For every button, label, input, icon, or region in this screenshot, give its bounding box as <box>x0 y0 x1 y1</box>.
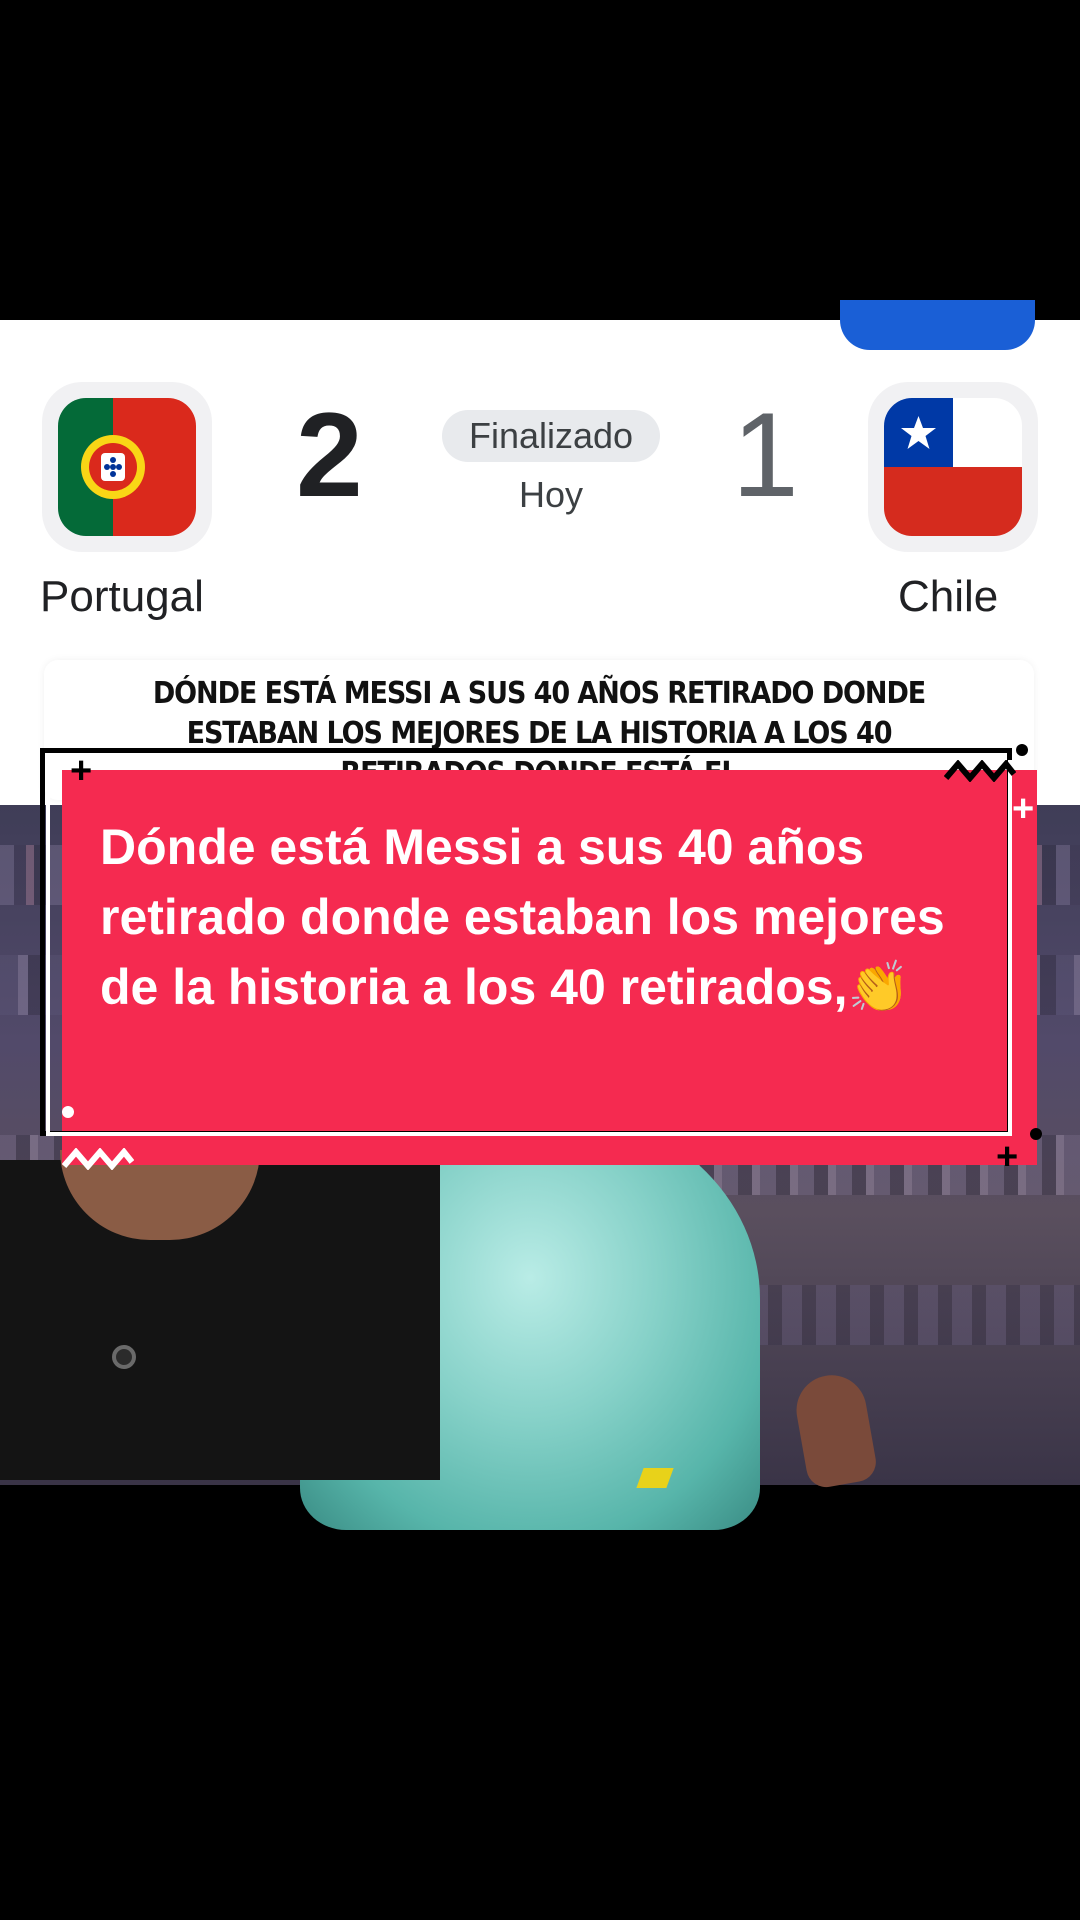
portugal-flag-icon <box>58 398 196 536</box>
chile-flag-icon <box>884 398 1022 536</box>
video-frame: Portugal Chile 2 1 Finalizado Hoy Dónde … <box>0 0 1080 1920</box>
dot-decoration <box>62 1106 74 1118</box>
home-team-name[interactable]: Portugal <box>40 572 204 622</box>
home-score: 2 <box>296 388 363 522</box>
shirt-button <box>112 1345 136 1369</box>
match-status-badge: Finalizado <box>442 410 660 462</box>
home-team-flag[interactable] <box>42 382 212 552</box>
away-score: 1 <box>732 388 799 522</box>
dot-decoration <box>1016 744 1028 756</box>
plus-decoration: + <box>996 1136 1019 1178</box>
blue-action-pill[interactable] <box>840 300 1035 350</box>
zigzag-decoration <box>62 1148 134 1170</box>
plus-decoration: + <box>70 750 93 792</box>
zigzag-decoration <box>944 760 1016 782</box>
away-team-name[interactable]: Chile <box>898 572 998 622</box>
dot-decoration <box>1030 1128 1042 1140</box>
caption-text: Dónde está Messi a sus 40 años retirado … <box>100 819 945 1015</box>
away-team-flag[interactable] <box>868 382 1038 552</box>
match-date: Hoy <box>518 474 584 515</box>
plus-decoration: + <box>1012 788 1035 830</box>
